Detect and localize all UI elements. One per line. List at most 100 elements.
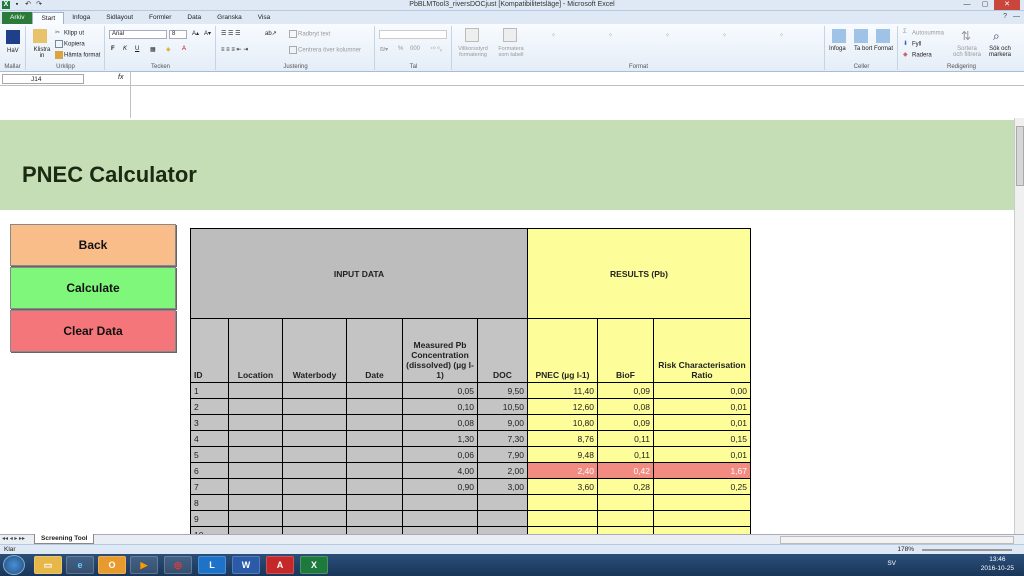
paste-button[interactable]: Klistra in <box>31 47 53 59</box>
delete-cells-button[interactable]: Ta bort <box>854 46 872 52</box>
sheet-tab-screening-tool[interactable]: Screening Tool <box>34 534 95 544</box>
location-cell[interactable] <box>228 398 283 415</box>
pnec-cell[interactable]: 12,60 <box>527 398 598 415</box>
pb-cell[interactable] <box>402 494 478 511</box>
biof-cell[interactable]: 0,11 <box>597 446 654 463</box>
date-cell[interactable] <box>346 414 403 431</box>
bold-button[interactable]: F <box>111 46 115 52</box>
ribbon-minimize-icon[interactable]: — <box>1013 13 1020 20</box>
pb-cell[interactable]: 0,06 <box>402 446 478 463</box>
pnec-cell[interactable] <box>527 526 598 534</box>
conditional-format-button[interactable]: Villkorsstyrd formatering <box>453 46 493 58</box>
border-icon[interactable]: ▦ <box>150 46 156 53</box>
pb-cell[interactable]: 0,90 <box>402 478 478 495</box>
shrink-font-icon[interactable]: A▾ <box>204 30 211 37</box>
hav-button[interactable]: HaV <box>7 48 19 54</box>
chrome-icon[interactable]: ◎ <box>164 556 192 574</box>
biof-cell[interactable] <box>597 510 654 527</box>
waterbody-cell[interactable] <box>282 478 347 495</box>
tab-visa[interactable]: Visa <box>250 12 279 24</box>
style-gallery-icon[interactable]: ⁘ <box>608 32 613 39</box>
lync-icon[interactable]: L <box>198 556 226 574</box>
copy-button[interactable]: Kopiera <box>55 40 85 48</box>
waterbody-cell[interactable] <box>282 382 347 399</box>
sheet-nav-arrows-icon[interactable]: ◂◂ ◂ ▸ ▸▸ <box>2 535 25 542</box>
clock[interactable]: 13:46 2016-10-25 <box>981 555 1014 573</box>
zoom-slider[interactable] <box>922 549 1012 551</box>
tab-start[interactable]: Start <box>32 12 65 24</box>
pnec-cell[interactable] <box>527 494 598 511</box>
zoom-level[interactable]: 178% <box>897 546 914 553</box>
location-cell[interactable] <box>228 446 283 463</box>
tab-sidlayout[interactable]: Sidlayout <box>98 12 141 24</box>
align-top-icon[interactable]: ☰ ☰ ☰ <box>221 30 240 37</box>
waterbody-cell[interactable] <box>282 430 347 447</box>
format-table-button[interactable]: Formatera som tabell <box>495 46 527 58</box>
tab-formler[interactable]: Formler <box>141 12 179 24</box>
back-button[interactable]: Back <box>10 224 176 266</box>
percent-button[interactable]: % <box>398 46 403 52</box>
id-cell[interactable]: 6 <box>190 462 229 479</box>
pnec-cell[interactable]: 10,80 <box>527 414 598 431</box>
worksheet[interactable]: PNEC Calculator Back Calculate Clear Dat… <box>0 118 1014 534</box>
rcr-cell[interactable]: 0,01 <box>653 398 751 415</box>
decimal-icon[interactable]: ⁺⁰ ⁰₀ <box>430 46 442 53</box>
font-size-select[interactable]: 8 <box>169 30 187 39</box>
style-gallery-icon[interactable]: ⁘ <box>665 32 670 39</box>
location-cell[interactable] <box>228 430 283 447</box>
pnec-cell[interactable]: 2,40 <box>527 462 598 479</box>
location-cell[interactable] <box>228 510 283 527</box>
folder-icon[interactable]: ▭ <box>34 556 62 574</box>
excel-icon[interactable]: X <box>300 556 328 574</box>
sort-filter-button[interactable]: Sortera och filtrera <box>953 46 981 58</box>
pnec-cell[interactable] <box>527 510 598 527</box>
tab-granska[interactable]: Granska <box>209 12 250 24</box>
pnec-cell[interactable]: 9,48 <box>527 446 598 463</box>
doc-cell[interactable] <box>477 510 528 527</box>
doc-cell[interactable]: 3,00 <box>477 478 528 495</box>
start-button[interactable] <box>3 555 25 575</box>
waterbody-cell[interactable] <box>282 526 347 534</box>
biof-cell[interactable]: 0,09 <box>597 382 654 399</box>
ie-icon[interactable]: e <box>66 556 94 574</box>
pb-cell[interactable]: 0,08 <box>402 414 478 431</box>
waterbody-cell[interactable] <box>282 446 347 463</box>
style-gallery-icon[interactable]: ⁘ <box>779 32 784 39</box>
id-cell[interactable]: 8 <box>190 494 229 511</box>
date-cell[interactable] <box>346 382 403 399</box>
biof-cell[interactable]: 0,28 <box>597 478 654 495</box>
waterbody-cell[interactable] <box>282 414 347 431</box>
wrap-text-button[interactable]: Radbryt text <box>289 30 330 38</box>
biof-cell[interactable]: 0,08 <box>597 398 654 415</box>
date-cell[interactable] <box>346 430 403 447</box>
horizontal-scrollbar[interactable] <box>780 536 1014 544</box>
pnec-cell[interactable]: 11,40 <box>527 382 598 399</box>
biof-cell[interactable] <box>597 526 654 534</box>
pnec-cell[interactable]: 8,76 <box>527 430 598 447</box>
pb-cell[interactable]: 0,10 <box>402 398 478 415</box>
date-cell[interactable] <box>346 510 403 527</box>
font-color-icon[interactable]: A <box>182 46 186 52</box>
cut-button[interactable]: ✂ Klipp ut <box>55 29 84 37</box>
doc-cell[interactable]: 10,50 <box>477 398 528 415</box>
rcr-cell[interactable]: 0,01 <box>653 414 751 431</box>
fill-color-icon[interactable]: ◈ <box>166 46 171 53</box>
date-cell[interactable] <box>346 494 403 511</box>
scroll-thumb[interactable] <box>1016 126 1024 186</box>
date-cell[interactable] <box>346 446 403 463</box>
minimize-button[interactable]: — <box>958 0 976 10</box>
media-icon[interactable]: ▶ <box>130 556 158 574</box>
doc-cell[interactable]: 7,90 <box>477 446 528 463</box>
id-cell[interactable]: 1 <box>190 382 229 399</box>
align-left-icon[interactable]: ≡ ≡ ≡ ⇤ ⇥ <box>221 46 248 53</box>
grow-font-icon[interactable]: A▴ <box>192 30 199 37</box>
biof-cell[interactable]: 0,09 <box>597 414 654 431</box>
id-cell[interactable]: 7 <box>190 478 229 495</box>
orientation-icon[interactable]: ab↗ <box>265 30 277 37</box>
tab-infoga[interactable]: Infoga <box>64 12 98 24</box>
number-format-select[interactable] <box>379 30 447 39</box>
doc-cell[interactable]: 9,50 <box>477 382 528 399</box>
doc-cell[interactable] <box>477 494 528 511</box>
rcr-cell[interactable] <box>653 510 751 527</box>
merge-center-button[interactable]: Centrera över kolumner <box>289 46 361 54</box>
